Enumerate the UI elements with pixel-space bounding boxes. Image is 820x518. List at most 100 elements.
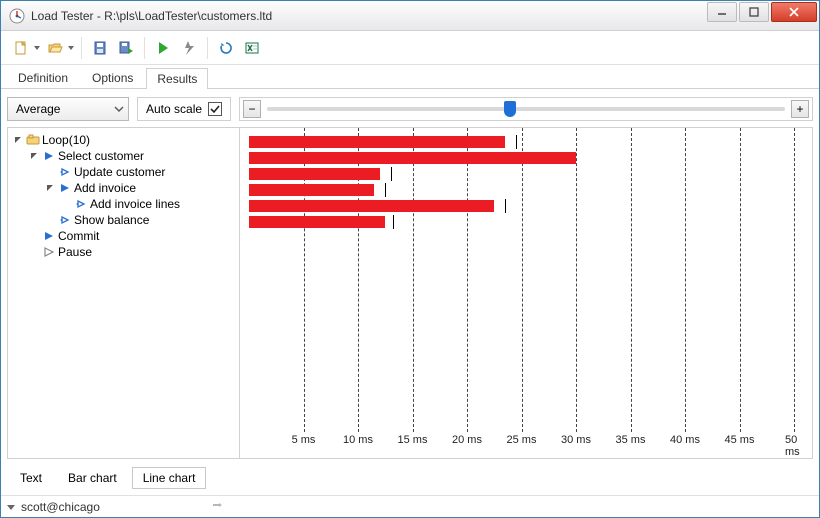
chevron-down-icon[interactable]	[7, 500, 15, 514]
refresh-button[interactable]	[214, 36, 238, 60]
status-user: scott@chicago	[21, 500, 100, 514]
app-window: Load Tester - R:\pls\LoadTester\customer…	[0, 0, 820, 518]
tree-node-showbal[interactable]: Show balance	[44, 212, 237, 228]
excel-export-button[interactable]	[240, 36, 264, 60]
tree-label: Loop(10)	[42, 133, 90, 147]
zoom-in-button[interactable]: +	[791, 100, 809, 118]
bar-marker	[505, 199, 506, 213]
chart-x-labels: 5 ms 10 ms 15 ms 20 ms 25 ms 30 ms 35 ms 40 ms 4…	[240, 434, 812, 452]
bar-marker	[516, 135, 517, 149]
zoom-handle[interactable]	[504, 101, 516, 117]
x-tick-label: 45 ms	[725, 434, 755, 446]
chart-pane: 5 ms 10 ms 15 ms 20 ms 25 ms 30 ms 35 ms 40 ms 4…	[240, 128, 812, 458]
top-tabs: Definition Options Results	[1, 65, 819, 89]
tab-definition[interactable]: Definition	[7, 67, 79, 88]
bar	[249, 152, 576, 164]
autoscale-label: Auto scale	[146, 102, 202, 116]
zoom-slider-wrap: − +	[239, 97, 813, 121]
tree-node-select[interactable]: Select customer	[28, 148, 237, 164]
aggregate-label: Average	[16, 102, 60, 116]
aggregate-combo[interactable]: Average	[7, 97, 129, 121]
minimize-button[interactable]	[707, 2, 737, 22]
bar-row	[249, 214, 812, 230]
tree-node-pause[interactable]: Pause	[28, 244, 237, 260]
tab-text[interactable]: Text	[9, 467, 53, 489]
statusbar: scott@chicago	[1, 495, 819, 517]
tree-node-addlines[interactable]: Add invoice lines	[60, 196, 237, 212]
new-dropdown[interactable]	[33, 46, 41, 50]
bar	[249, 168, 380, 180]
x-tick-label: 50 ms	[785, 434, 803, 458]
bar	[249, 184, 374, 196]
bar-row	[249, 198, 812, 214]
run-button[interactable]	[151, 36, 175, 60]
play-small-icon	[74, 197, 88, 211]
bar-marker	[393, 215, 394, 229]
play-icon	[42, 229, 56, 243]
open-dropdown[interactable]	[67, 46, 75, 50]
tree-label: Pause	[58, 245, 92, 259]
tree-label: Add invoice lines	[90, 197, 180, 211]
check-icon	[208, 102, 222, 116]
expander-open-icon[interactable]	[28, 150, 40, 162]
tree-node-commit[interactable]: Commit	[28, 228, 237, 244]
x-tick-label: 20 ms	[452, 434, 482, 446]
open-button[interactable]	[43, 36, 67, 60]
x-tick-label: 35 ms	[616, 434, 646, 446]
bar-marker	[385, 183, 386, 197]
x-tick-label: 30 ms	[561, 434, 591, 446]
autoscale-toggle[interactable]: Auto scale	[137, 97, 231, 121]
x-tick-label: 5 ms	[292, 434, 316, 446]
bar-row	[249, 150, 812, 166]
close-button[interactable]	[771, 2, 817, 22]
save-run-button[interactable]	[114, 36, 138, 60]
play-outline-icon	[42, 245, 56, 259]
tree-label: Commit	[58, 229, 99, 243]
bar-row	[249, 166, 812, 182]
zoom-slider[interactable]	[267, 107, 785, 111]
play-icon	[58, 181, 72, 195]
play-small-icon	[58, 165, 72, 179]
tree-label: Update customer	[74, 165, 165, 179]
x-tick-label: 15 ms	[398, 434, 428, 446]
tab-results[interactable]: Results	[146, 68, 208, 89]
tab-line-chart[interactable]: Line chart	[132, 467, 207, 489]
bar-row	[249, 182, 812, 198]
bottom-tabs: Text Bar chart Line chart	[7, 463, 813, 493]
window-title: Load Tester - R:\pls\LoadTester\customer…	[31, 9, 707, 23]
bar-row	[249, 230, 812, 246]
chevron-down-icon	[114, 106, 124, 112]
titlebar: Load Tester - R:\pls\LoadTester\customer…	[1, 1, 819, 31]
tree-node-loop[interactable]: Loop(10)	[12, 132, 237, 148]
main-split: Loop(10) Select customer	[7, 127, 813, 459]
results-body: Average Auto scale − +	[1, 89, 819, 495]
pin-icon[interactable]	[211, 499, 223, 514]
tree-pane: Loop(10) Select customer	[8, 128, 240, 458]
chart-bars	[249, 134, 812, 246]
play-icon	[42, 149, 56, 163]
zoom-out-button[interactable]: −	[243, 100, 261, 118]
x-tick-label: 10 ms	[343, 434, 373, 446]
bar-row	[249, 134, 812, 150]
tree-label: Add invoice	[74, 181, 136, 195]
step-tree: Loop(10) Select customer	[10, 132, 237, 260]
expander-open-icon[interactable]	[12, 134, 24, 146]
bar	[249, 200, 494, 212]
x-tick-label: 25 ms	[507, 434, 537, 446]
play-small-icon	[58, 213, 72, 227]
bar-marker	[391, 167, 392, 181]
toolbar	[1, 31, 819, 65]
tab-options[interactable]: Options	[81, 67, 144, 88]
x-tick-label: 40 ms	[670, 434, 700, 446]
tab-bar-chart[interactable]: Bar chart	[57, 467, 128, 489]
maximize-button[interactable]	[739, 2, 769, 22]
tree-node-update[interactable]: Update customer	[44, 164, 237, 180]
tree-label: Show balance	[74, 213, 149, 227]
bar	[249, 136, 505, 148]
tree-label: Select customer	[58, 149, 144, 163]
new-button[interactable]	[9, 36, 33, 60]
flash-run-button[interactable]	[177, 36, 201, 60]
save-button[interactable]	[88, 36, 112, 60]
expander-open-icon[interactable]	[44, 182, 56, 194]
tree-node-addinv[interactable]: Add invoice	[44, 180, 237, 196]
